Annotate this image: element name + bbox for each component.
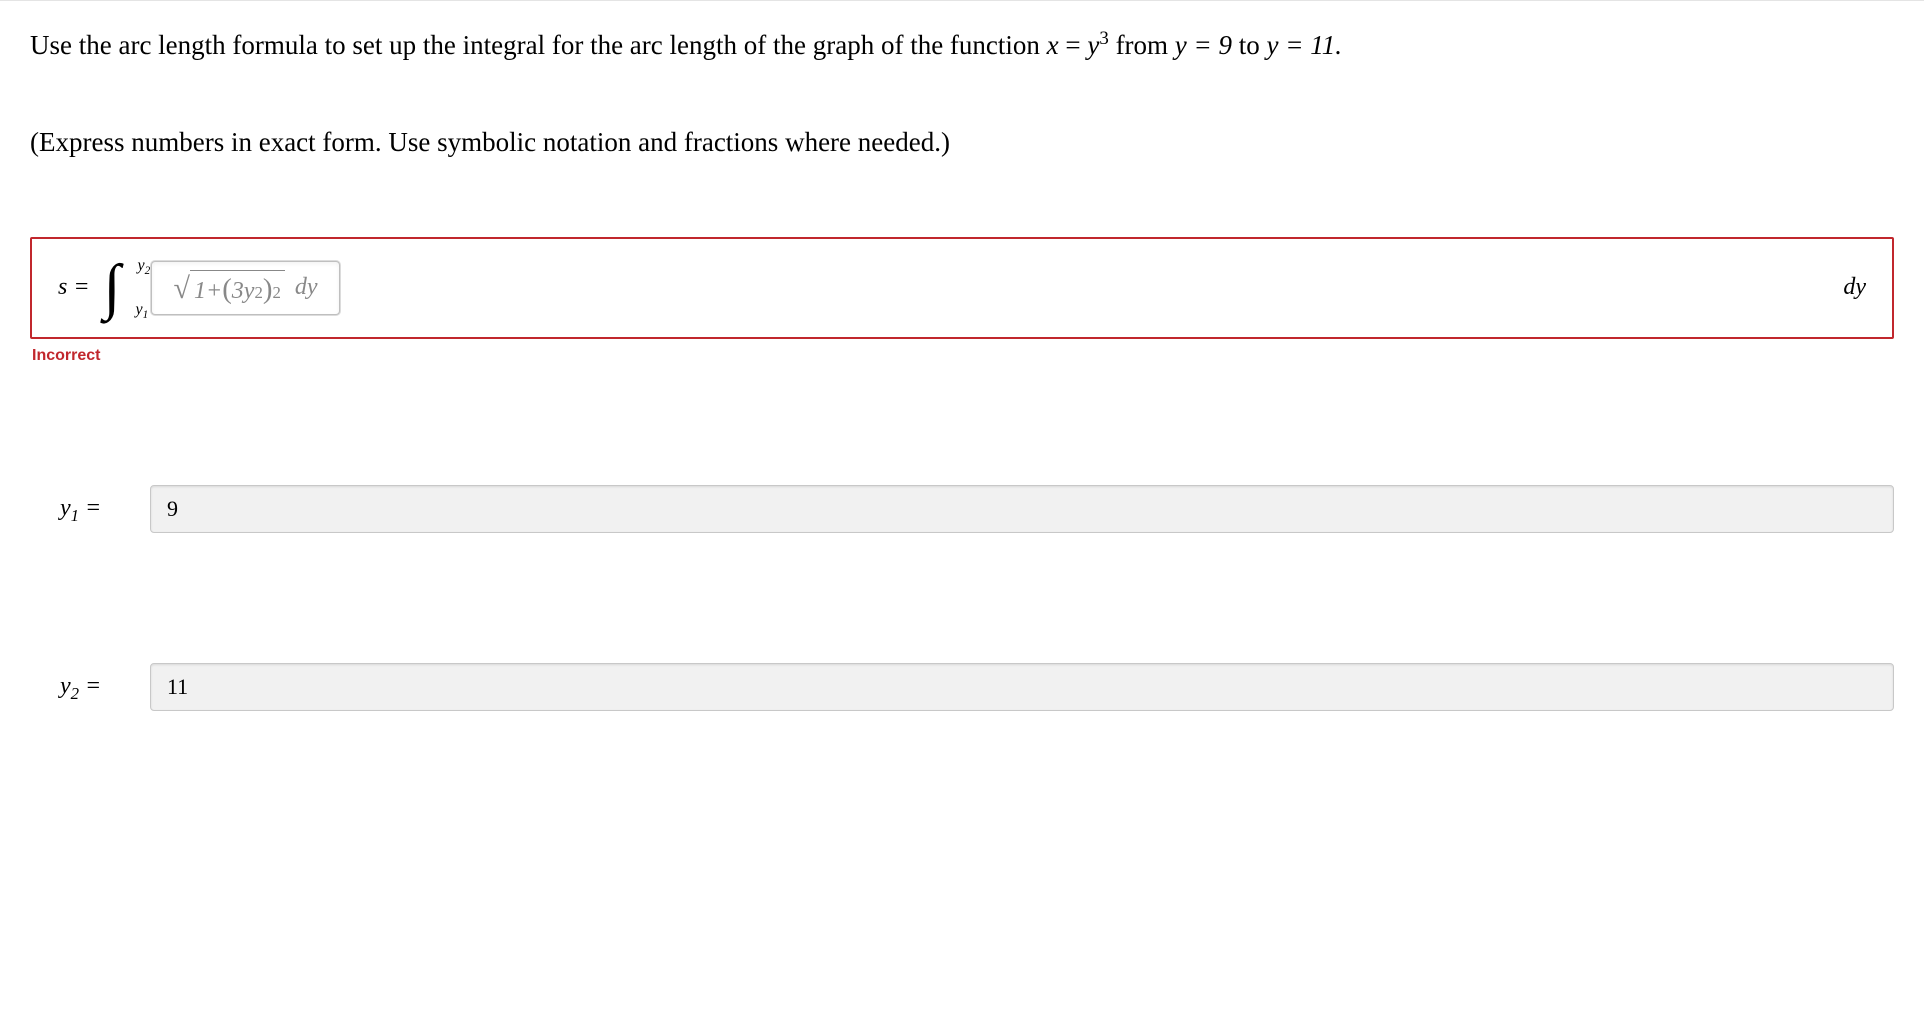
sqrt-content: 1 + ( 3y2 )2 bbox=[190, 270, 285, 306]
exponent-3: 3 bbox=[1099, 28, 1108, 49]
var-x: x bbox=[1047, 30, 1059, 60]
y-equals-9: y = 9 bbox=[1175, 30, 1232, 60]
y-equals-11: y = 11. bbox=[1267, 30, 1342, 60]
upper-limit: y2 bbox=[138, 257, 151, 275]
var-y: y bbox=[1087, 30, 1099, 60]
question-container: Use the arc length formula to set up the… bbox=[0, 0, 1924, 771]
equals: = bbox=[1059, 30, 1088, 60]
dy-trailing: dy bbox=[1843, 274, 1866, 301]
function-rhs: y3 bbox=[1087, 30, 1108, 60]
function-lhs: x bbox=[1047, 30, 1059, 60]
from-text: from bbox=[1109, 30, 1175, 60]
integral-sign-icon: ∫ bbox=[104, 263, 121, 313]
y1-input[interactable]: 9 bbox=[150, 485, 1894, 533]
y2-label: y2 = bbox=[60, 673, 150, 700]
problem-instruction: (Express numbers in exact form. Use symb… bbox=[30, 127, 950, 157]
to-text: to bbox=[1232, 30, 1267, 60]
rparen-icon: ) bbox=[263, 273, 273, 306]
dy-inside: dy bbox=[295, 274, 318, 301]
status-incorrect: Incorrect bbox=[32, 347, 1894, 365]
integral-sign-wrap: ∫ y2 y1 bbox=[104, 263, 121, 313]
s-equals: s = bbox=[58, 274, 90, 301]
problem-statement: Use the arc length formula to set up the… bbox=[30, 21, 1894, 167]
problem-text-part: Use the arc length formula to set up the… bbox=[30, 30, 1047, 60]
plus: + bbox=[206, 278, 222, 305]
y1-row: y1 = 9 bbox=[60, 485, 1894, 533]
sqrt-expression: √ 1 + ( 3y2 )2 bbox=[174, 270, 285, 306]
integrand-input[interactable]: √ 1 + ( 3y2 )2 dy bbox=[151, 261, 341, 315]
integral-expression: s = ∫ y2 y1 bbox=[58, 263, 133, 313]
lower-limit: y1 bbox=[136, 301, 149, 319]
one: 1 bbox=[194, 278, 206, 305]
integrand-answer-box: s = ∫ y2 y1 √ 1 + ( 3y2 )2 dy dy bbox=[30, 237, 1894, 339]
sqrt-icon: √ bbox=[174, 274, 190, 304]
var-y: y bbox=[244, 278, 255, 305]
y2-row: y2 = 11 bbox=[60, 663, 1894, 711]
y1-label: y1 = bbox=[60, 495, 150, 522]
coef-3: 3 bbox=[232, 278, 244, 305]
lparen-icon: ( bbox=[222, 273, 232, 306]
y2-input[interactable]: 11 bbox=[150, 663, 1894, 711]
